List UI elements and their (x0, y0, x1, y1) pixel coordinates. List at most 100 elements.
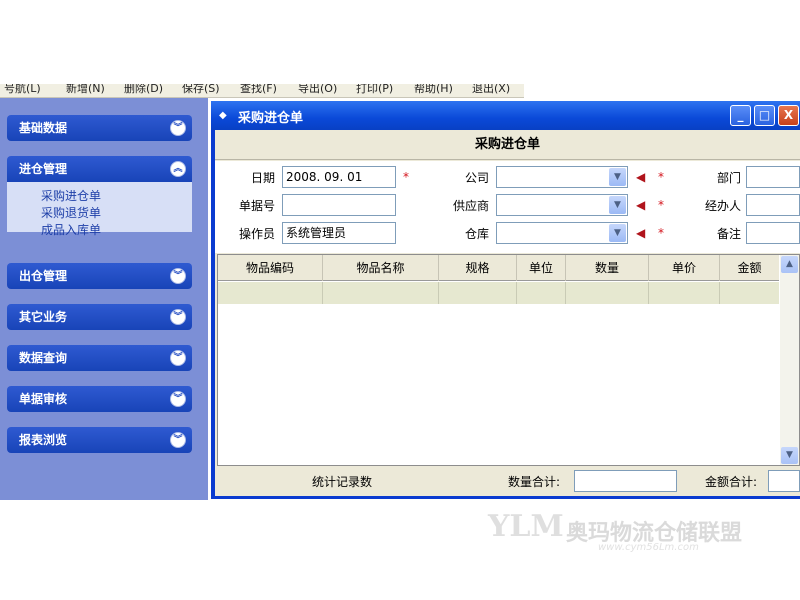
window-titlebar[interactable]: ◆ 采购进仓单 _ □ X (211, 101, 800, 130)
amount-total-label: 金额合计: (705, 475, 758, 489)
table-cell[interactable] (323, 282, 439, 304)
sidebar-group-label: 其它业务 (19, 310, 68, 324)
department-field[interactable] (746, 166, 800, 188)
chevron-down-icon[interactable]: ▼ (609, 224, 626, 242)
sidebar-group-header[interactable]: 单据审核 ︾ (7, 386, 192, 412)
menu-item[interactable]: 打印(P) (356, 84, 393, 97)
column-header[interactable]: 物品编码 (218, 255, 323, 281)
sidebar-group-header[interactable]: 基础数据 ︾ (7, 115, 192, 141)
sidebar-group-items: 采购进仓单 采购退货单 成品入库单 (7, 182, 192, 237)
sidebar-group-query: 数据查询 ︾ (7, 345, 192, 371)
purchase-inbound-window: ◆ 采购进仓单 _ □ X 采购进仓单 日期 2008. 09. 01 * 单据… (211, 101, 800, 499)
sidebar-group-label: 基础数据 (19, 121, 68, 135)
window-title: 采购进仓单 (238, 111, 304, 126)
required-mark: * (403, 170, 409, 184)
sidebar-item-purchase-return[interactable]: 采购退货单 (41, 205, 192, 222)
chevron-down-icon[interactable]: ︾ (170, 268, 186, 284)
chevron-down-icon[interactable]: ︾ (170, 391, 186, 407)
sidebar-group-label: 数据查询 (19, 351, 68, 365)
sidebar: 基础数据 ︾ 进仓管理 ︽ 采购进仓单 采购退货单 成品入库单 出仓管理 ︾ 其 (0, 98, 208, 500)
sidebar-item-product-inbound[interactable]: 成品入库单 (41, 222, 192, 239)
warehouse-label: 仓库 (464, 227, 489, 241)
column-header[interactable]: 物品名称 (323, 255, 439, 281)
table-cell[interactable] (439, 282, 517, 304)
watermark: YLM 奥玛物流仓储联盟 www.cym56Lm.com (488, 497, 800, 557)
remark-field[interactable] (746, 222, 800, 244)
qty-total-label: 数量合计: (508, 475, 561, 489)
record-count-label: 统计记录数 (312, 475, 373, 489)
company-select[interactable]: ▼ (496, 166, 628, 188)
department-label: 部门 (716, 171, 741, 185)
table-cell[interactable] (720, 282, 779, 304)
column-header[interactable]: 金额 (720, 255, 779, 281)
sidebar-group-inbound: 进仓管理 ︽ 采购进仓单 采购退货单 成品入库单 (7, 156, 192, 237)
doc-no-label: 单据号 (238, 199, 275, 213)
menu-item[interactable]: 查找(F) (240, 84, 277, 97)
handler-label: 经办人 (704, 199, 741, 213)
table-cell[interactable] (566, 282, 649, 304)
sidebar-group-header[interactable]: 报表浏览 ︾ (7, 427, 192, 453)
doc-no-field[interactable] (282, 194, 396, 216)
menu-bar: 号航(L) 新增(N) 删除(D) 保存(S) 查找(F) 导出(O) 打印(P… (0, 84, 524, 98)
chevron-up-icon[interactable]: ︽ (170, 161, 186, 177)
chevron-down-icon[interactable]: ︾ (170, 432, 186, 448)
operator-field[interactable]: 系统管理员 (282, 222, 396, 244)
sidebar-group-header[interactable]: 数据查询 ︾ (7, 345, 192, 371)
qty-total-field (574, 470, 677, 492)
arrow-left-icon[interactable]: ◀ (636, 227, 650, 239)
table-cell[interactable] (218, 282, 323, 304)
vertical-scrollbar[interactable]: ▲ ▼ (780, 255, 799, 465)
sidebar-group-other: 其它业务 ︾ (7, 304, 192, 330)
scroll-up-icon[interactable]: ▲ (781, 256, 798, 273)
column-header[interactable]: 单价 (649, 255, 720, 281)
supplier-select[interactable]: ▼ (496, 194, 628, 216)
sidebar-group-header[interactable]: 其它业务 ︾ (7, 304, 192, 330)
menu-item[interactable]: 号航(L) (4, 84, 41, 97)
menu-item[interactable]: 删除(D) (124, 84, 163, 97)
menu-item[interactable]: 帮助(H) (414, 84, 453, 97)
window-client: 采购进仓单 日期 2008. 09. 01 * 单据号 操作员 系统管理员 公司… (215, 130, 800, 496)
column-header[interactable]: 规格 (439, 255, 517, 281)
sidebar-group-label: 报表浏览 (19, 433, 68, 447)
window-app-icon: ◆ (219, 110, 227, 121)
chevron-down-icon[interactable]: ︾ (170, 350, 186, 366)
sidebar-group-header[interactable]: 出仓管理 ︾ (7, 263, 192, 289)
date-label: 日期 (250, 171, 275, 185)
chevron-down-icon[interactable]: ▼ (609, 196, 626, 214)
maximize-button[interactable]: □ (754, 105, 775, 126)
table-cell[interactable] (517, 282, 566, 304)
menu-item[interactable]: 退出(X) (472, 84, 510, 97)
totals-bar: 统计记录数 数量合计: 金额合计: (215, 467, 800, 496)
chevron-down-icon[interactable]: ︾ (170, 309, 186, 325)
item-grid[interactable]: 物品编码 物品名称 规格 单位 数量 单价 金额 ▲ ▼ (217, 254, 800, 466)
chevron-down-icon[interactable]: ︾ (170, 120, 186, 136)
arrow-left-icon[interactable]: ◀ (636, 199, 650, 211)
sidebar-group-label: 出仓管理 (19, 269, 68, 283)
menu-item[interactable]: 新增(N) (66, 84, 105, 97)
column-header[interactable]: 单位 (517, 255, 566, 281)
scroll-down-icon[interactable]: ▼ (781, 447, 798, 464)
date-field[interactable]: 2008. 09. 01 (282, 166, 396, 188)
menu-item[interactable]: 保存(S) (182, 84, 220, 97)
arrow-left-icon[interactable]: ◀ (636, 171, 650, 183)
menu-item[interactable]: 导出(O) (298, 84, 337, 97)
header-form: 日期 2008. 09. 01 * 单据号 操作员 系统管理员 公司 ▼ ◀ *… (215, 161, 800, 253)
chevron-down-icon[interactable]: ▼ (609, 168, 626, 186)
column-header[interactable]: 数量 (566, 255, 649, 281)
close-button[interactable]: X (778, 105, 799, 126)
sidebar-group-label: 进仓管理 (19, 162, 68, 176)
watermark-url: www.cym56Lm.com (598, 542, 699, 553)
operator-label: 操作员 (238, 227, 275, 241)
handler-field[interactable] (746, 194, 800, 216)
sidebar-group-outbound: 出仓管理 ︾ (7, 263, 192, 289)
sidebar-item-purchase-inbound[interactable]: 采购进仓单 (41, 188, 192, 205)
minimize-button[interactable]: _ (730, 105, 751, 126)
form-heading: 采购进仓单 (215, 130, 800, 160)
sidebar-group-header[interactable]: 进仓管理 ︽ (7, 156, 192, 182)
table-cell[interactable] (649, 282, 720, 304)
remark-label: 备注 (716, 227, 741, 241)
table-row[interactable] (218, 282, 779, 304)
warehouse-select[interactable]: ▼ (496, 222, 628, 244)
screen: 号航(L) 新增(N) 删除(D) 保存(S) 查找(F) 导出(O) 打印(P… (0, 0, 800, 600)
amount-total-field (768, 470, 800, 492)
